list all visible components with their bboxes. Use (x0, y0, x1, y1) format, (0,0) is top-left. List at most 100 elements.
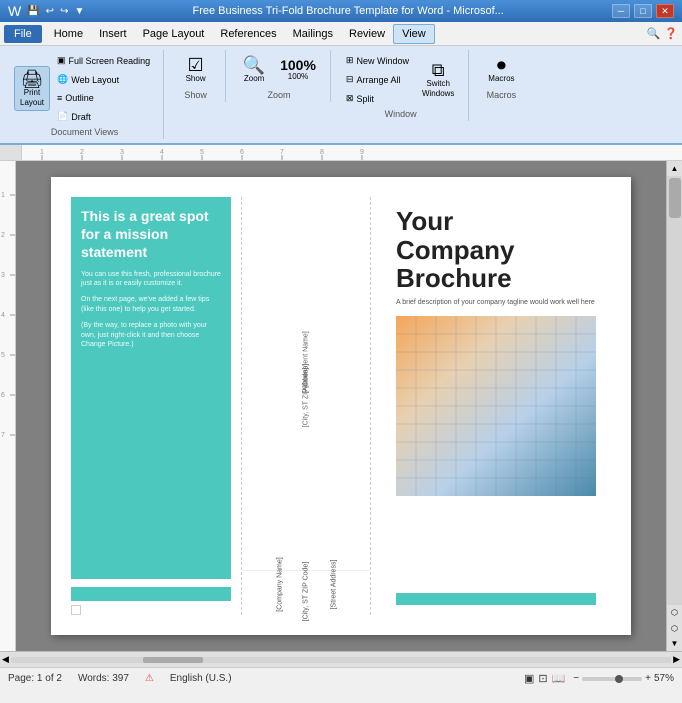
svg-text:8: 8 (320, 149, 324, 156)
menu-mailings[interactable]: Mailings (285, 25, 341, 43)
switch-windows-button[interactable]: ⧉ SwitchWindows (416, 57, 460, 102)
menu-home[interactable]: Home (46, 25, 91, 43)
scroll-thumb[interactable] (669, 178, 681, 218)
zoom-100-icon: 100% (280, 58, 316, 72)
zoom-control[interactable]: − + 57% (573, 673, 674, 684)
reading-view-icon[interactable]: 📖 (552, 672, 566, 685)
horizontal-scrollbar[interactable]: ◀ ▶ (0, 651, 682, 667)
quick-undo[interactable]: ↩ (46, 6, 54, 17)
company-title: YourCompanyBrochure (396, 207, 596, 293)
zoom-100-button[interactable]: 100% 100% (274, 54, 322, 86)
menu-file[interactable]: File (4, 25, 42, 43)
svg-text:3: 3 (120, 149, 124, 156)
print-view-icon[interactable]: ▣ (524, 672, 534, 685)
svg-text:4: 4 (1, 312, 5, 319)
scroll-page-up[interactable]: ⬡ (668, 605, 681, 620)
fullscreen-view-icon[interactable]: ⊡ (538, 672, 547, 685)
scroll-track[interactable] (667, 176, 682, 605)
ribbon-group-show: ☑ Show Show (166, 50, 226, 102)
fullscreen-icon: ▣ (57, 55, 66, 66)
view-icons: ▣ ⊡ 📖 (524, 672, 565, 685)
language[interactable]: English (U.S.) (170, 673, 232, 684)
ruler-vertical: 1 2 3 4 5 6 7 (0, 161, 16, 651)
document-views-label: Document Views (51, 127, 118, 137)
para1: You can use this fresh, professional bro… (81, 270, 221, 290)
print-layout-icon: 🖨 (21, 70, 44, 88)
menu-review[interactable]: Review (341, 25, 393, 43)
macros-icon: ⏺ (497, 56, 506, 74)
menu-page-layout[interactable]: Page Layout (135, 25, 213, 43)
outline-label: Outline (65, 93, 94, 103)
zoom-level: 57% (654, 673, 674, 684)
window-label: Window (385, 109, 417, 119)
outline-button[interactable]: ≡ Outline (52, 90, 155, 106)
macros-button[interactable]: ⏺ Macros (482, 52, 520, 88)
scroll-left-arrow[interactable]: ◀ (2, 654, 9, 665)
zoom-button[interactable]: 🔍 Zoom (236, 52, 272, 88)
ruler-v-svg: 1 2 3 4 5 6 7 (0, 165, 16, 651)
help-icon[interactable]: ❓ (664, 27, 678, 40)
quick-save[interactable]: 💾 (27, 6, 39, 17)
quick-redo[interactable]: ↪ (60, 6, 68, 17)
h-scroll-thumb[interactable] (143, 657, 203, 663)
split-button[interactable]: ⊠ Split (341, 90, 414, 107)
ruler-corner (0, 145, 22, 161)
ruler-marks-svg: 1 2 3 4 5 6 7 8 9 (22, 145, 662, 161)
cursor-indicator (71, 605, 81, 615)
zoom-minus[interactable]: − (573, 673, 579, 684)
show-icon: ☑ (188, 56, 204, 74)
menu-view[interactable]: View (393, 24, 435, 44)
spell-check-icon[interactable]: ⚠ (145, 673, 154, 684)
draft-label: Draft (71, 112, 91, 122)
teal-bottom-bar (396, 593, 596, 605)
macros-label: Macros (487, 90, 517, 100)
menu-references[interactable]: References (212, 25, 284, 43)
ruler-horizontal: 1 2 3 4 5 6 7 8 9 (0, 145, 682, 161)
document-page: This is a great spot for a mission state… (51, 177, 631, 635)
svg-text:2: 2 (1, 232, 5, 239)
title-bar: W 💾 ↩ ↪ ▼ Free Business Tri-Fold Brochur… (0, 0, 682, 22)
scroll-right-arrow[interactable]: ▶ (673, 654, 680, 665)
middle-panel: [Document Name] [Address] [City, ST ZIP … (241, 197, 371, 615)
status-bar: Page: 1 of 2 Words: 397 ⚠ English (U.S.)… (0, 667, 682, 689)
menu-insert[interactable]: Insert (91, 25, 135, 43)
middle-street: [Street Address] (331, 560, 338, 610)
help-search-icon[interactable]: 🔍 (647, 27, 661, 40)
print-layout-button[interactable]: 🖨 PrintLayout (14, 66, 50, 111)
new-window-button[interactable]: ⊞ New Window (341, 52, 414, 69)
quick-menu[interactable]: ▼ (74, 6, 84, 17)
draft-button[interactable]: 📄 Draft (52, 108, 155, 125)
para2: On the next page, we've added a few tips… (81, 295, 221, 315)
new-window-icon: ⊞ (346, 55, 354, 66)
maximize-button[interactable]: □ (634, 4, 652, 18)
para3: (By the way, to replace a photo with you… (81, 321, 221, 350)
h-scroll-track[interactable] (11, 657, 671, 663)
scroll-up-arrow[interactable]: ▲ (668, 161, 682, 176)
ribbon-group-macros: ⏺ Macros Macros (471, 50, 531, 102)
switch-windows-icon: ⧉ (432, 61, 445, 79)
minimize-button[interactable]: ─ (612, 4, 630, 18)
scroll-down-arrow[interactable]: ▼ (668, 636, 682, 651)
web-layout-button[interactable]: 🌐 Web Layout (52, 71, 155, 88)
menu-bar: File Home Insert Page Layout References … (0, 22, 682, 46)
zoom-plus[interactable]: + (645, 673, 651, 684)
close-button[interactable]: ✕ (656, 4, 674, 18)
zoom-slider[interactable] (582, 677, 642, 681)
svg-text:1: 1 (1, 192, 5, 199)
company-subtitle: A brief description of your company tagl… (396, 299, 596, 306)
middle-zip: [City, ST ZIP Code] (303, 368, 310, 428)
ribbon: 🖨 PrintLayout ▣ Full Screen Reading 🌐 We… (0, 46, 682, 145)
mission-heading: This is a great spot for a mission state… (81, 207, 221, 262)
web-layout-label: Web Layout (71, 75, 119, 85)
arrange-all-button[interactable]: ⊟ Arrange All (341, 71, 414, 88)
middle-company: [Company Name] (277, 557, 284, 611)
arrange-all-icon: ⊟ (346, 74, 354, 85)
vertical-scrollbar[interactable]: ▲ ⬡ ⬡ ▼ (666, 161, 682, 651)
left-bottom-bar (71, 587, 231, 601)
canvas-area[interactable]: This is a great spot for a mission state… (16, 161, 666, 651)
scroll-page-down[interactable]: ⬡ (668, 621, 681, 636)
full-screen-reading-button[interactable]: ▣ Full Screen Reading (52, 52, 155, 69)
svg-text:6: 6 (1, 392, 5, 399)
show-button[interactable]: ☑ Show (178, 52, 214, 88)
middle-company-zip: [City, ST ZIP Code] (303, 562, 310, 622)
